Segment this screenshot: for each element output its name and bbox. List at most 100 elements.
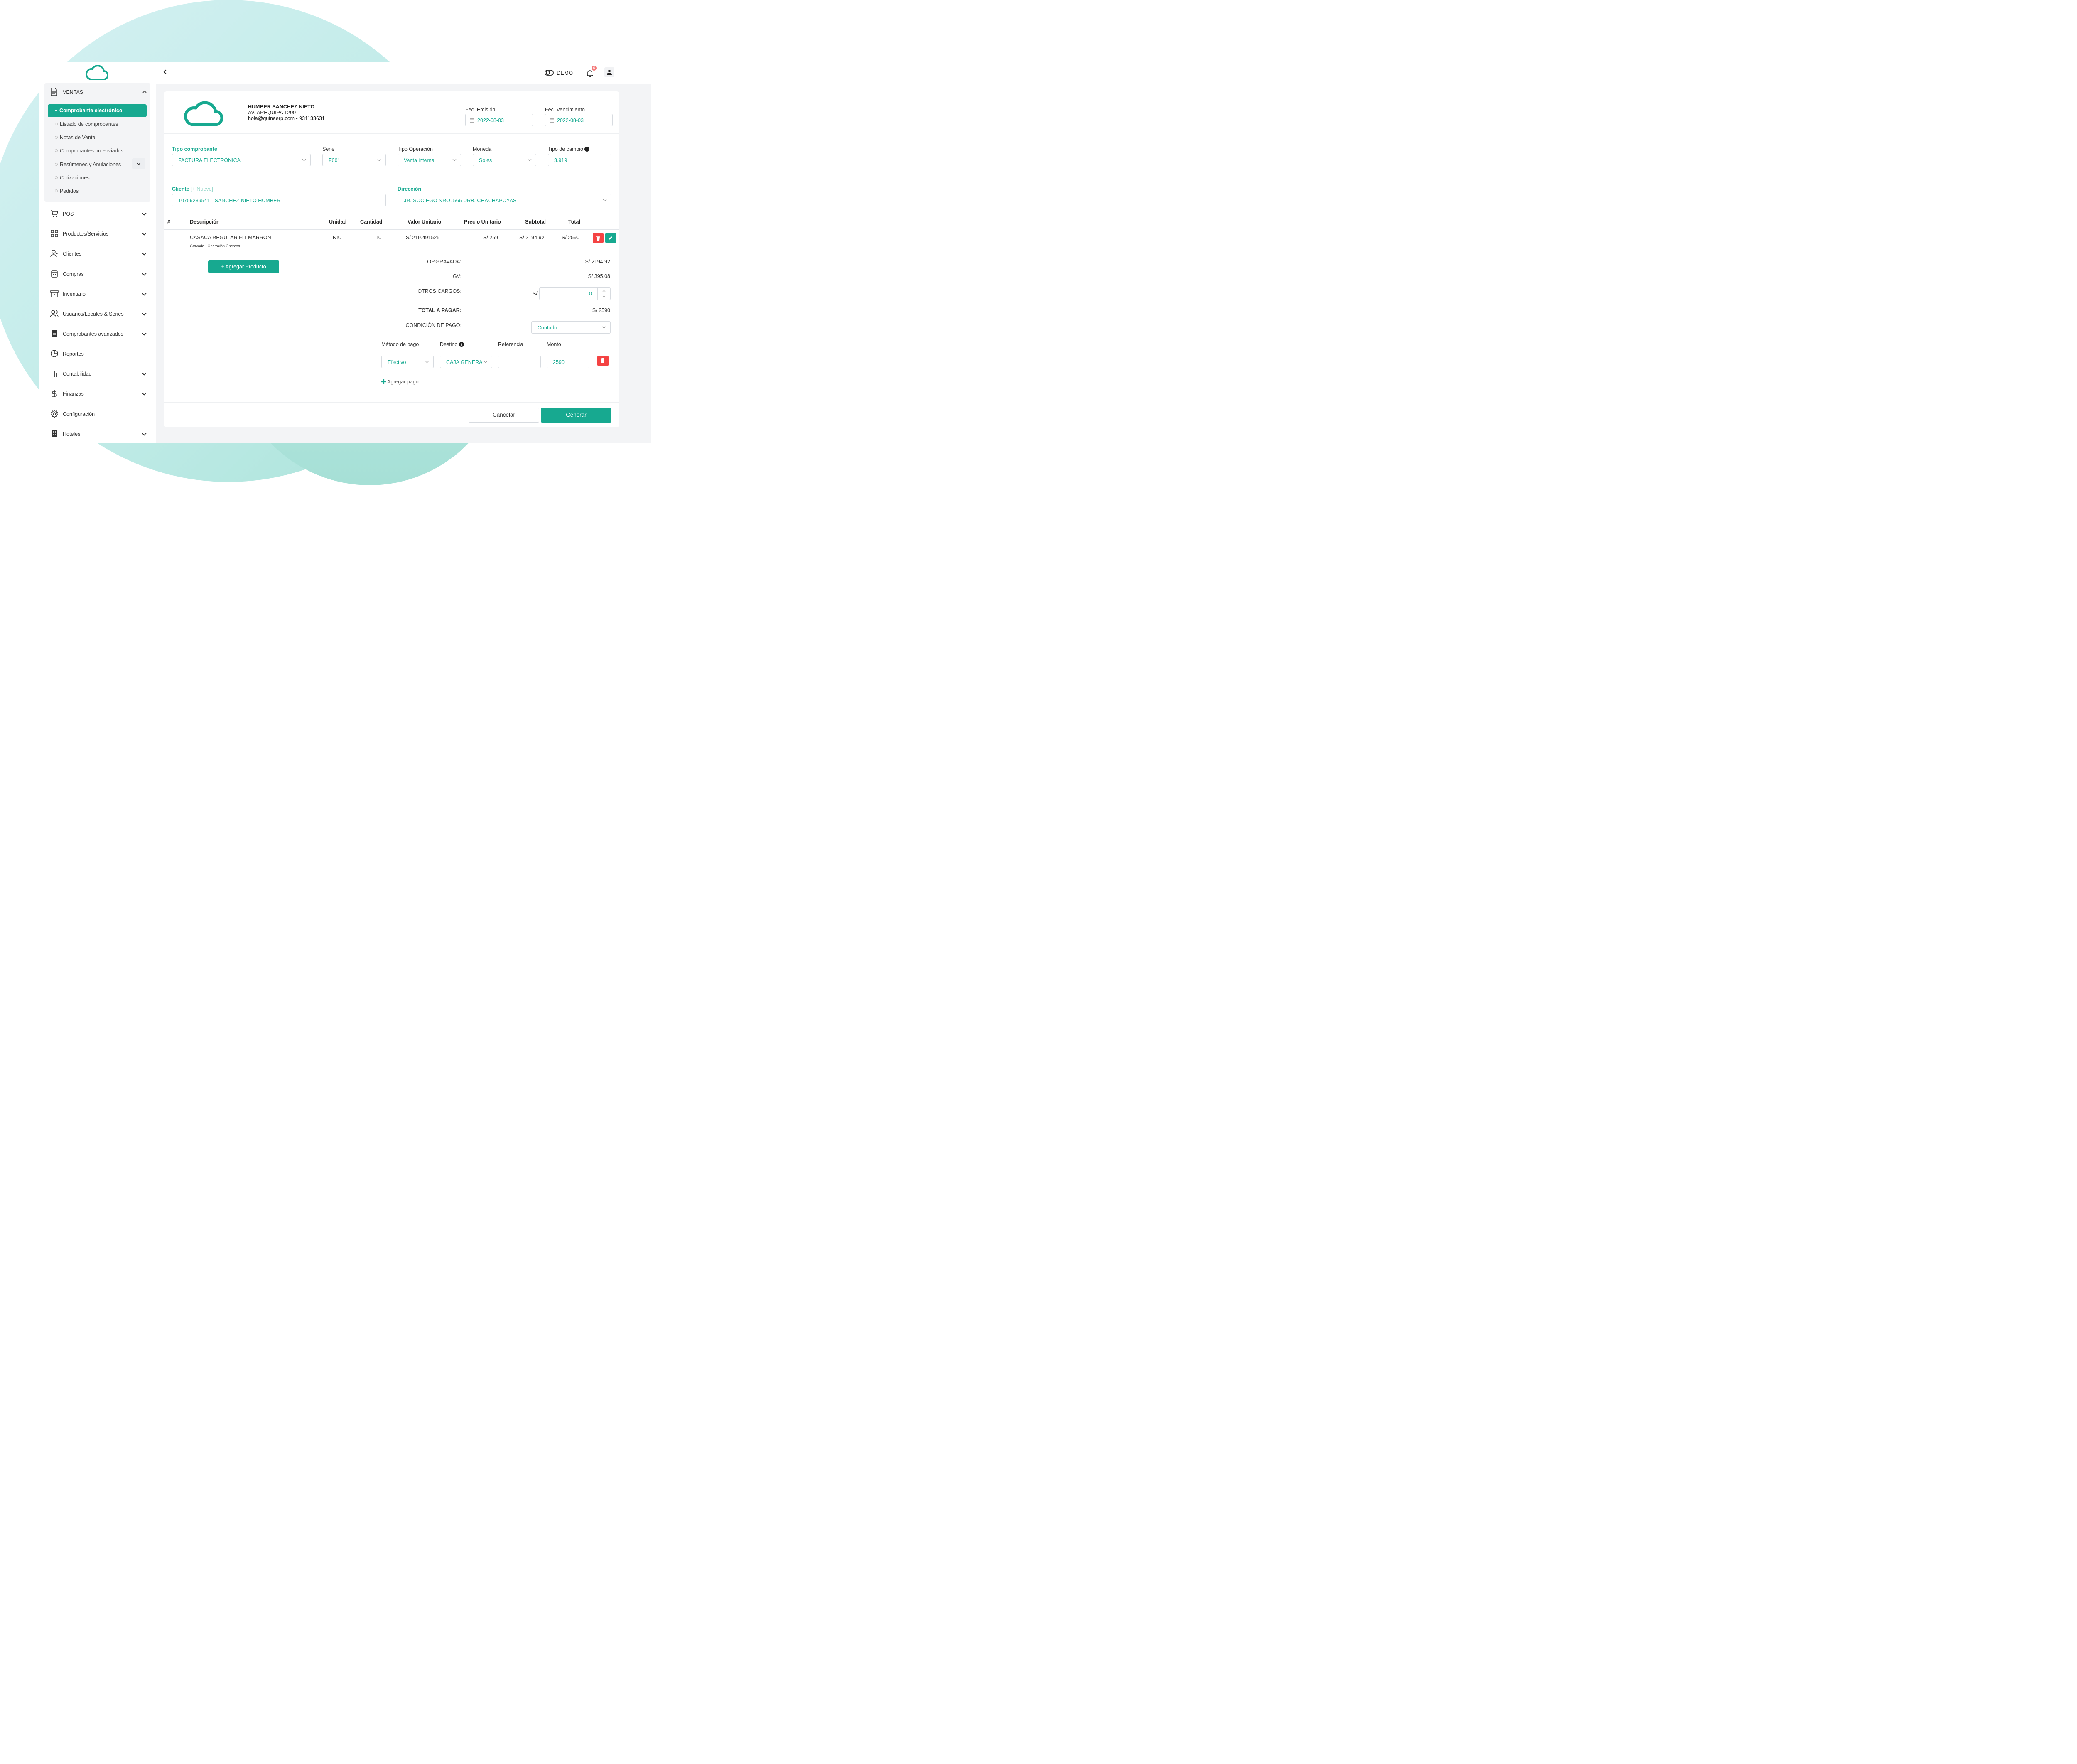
metodo-pago-value: Efectivo — [388, 359, 406, 365]
chevron-left-icon[interactable] — [163, 69, 167, 74]
destino-select[interactable]: CAJA GENERA — [440, 356, 492, 368]
col-num: # — [167, 219, 170, 225]
cliente-label: Cliente [+ Nuevo] — [172, 186, 213, 192]
sidebar-item-hoteles[interactable]: Hoteles — [49, 428, 148, 440]
menu-label: Comprobantes avanzados — [63, 331, 123, 337]
condicion-pago-select[interactable]: Contado — [531, 321, 611, 334]
header-divider — [164, 133, 619, 134]
footer-divider — [164, 402, 619, 403]
sidebar-item-productos[interactable]: Productos/Servicios — [49, 228, 148, 240]
chevron-down-icon — [137, 162, 141, 165]
sidebar-item-inventario[interactable]: Inventario — [49, 288, 148, 300]
demo-toggle[interactable]: DEMO — [545, 69, 578, 77]
tipo-operacion-label: Tipo Operación — [398, 146, 433, 152]
col-subtotal: Subtotal — [525, 219, 546, 225]
info-icon[interactable] — [459, 342, 464, 347]
tipo-cambio-input[interactable]: 3.919 — [548, 154, 611, 166]
cliente-input[interactable]: 10756239541 - SANCHEZ NIETO HUMBER — [172, 194, 386, 206]
calendar-icon — [550, 118, 554, 123]
chevron-up-icon — [142, 90, 147, 93]
fec-emision-input[interactable]: 2022-08-03 — [465, 114, 533, 126]
direccion-select[interactable]: JR. SOCIEGO NRO. 566 URB. CHACHAPOYAS — [398, 194, 611, 206]
chevron-down-icon — [142, 292, 147, 296]
serie-select[interactable]: F001 — [322, 154, 386, 166]
chevron-down-icon — [142, 372, 147, 376]
sidebar-item-reportes[interactable]: Reportes — [49, 348, 148, 360]
edit-row-button[interactable] — [605, 233, 616, 243]
referencia-input[interactable] — [498, 356, 541, 368]
ventas-header[interactable]: VENTAS — [49, 87, 148, 97]
user-menu-button[interactable] — [604, 67, 614, 77]
chevron-down-icon — [142, 332, 147, 336]
notifications-button[interactable]: 6 — [586, 66, 597, 79]
cell-subtotal: S/ 2194.92 — [519, 235, 545, 241]
sidebar-sub-comprobante-electronico[interactable]: Comprobante electrónico — [48, 104, 147, 117]
sidebar-item-configuracion[interactable]: Configuración — [49, 408, 148, 420]
chevron-down-icon — [142, 252, 147, 256]
user-check-icon — [50, 250, 59, 258]
otros-cargos-label: OTROS CARGOS: — [417, 288, 462, 294]
sidebar-item-pos[interactable]: POS — [49, 208, 148, 220]
cliente-nuevo-link[interactable]: [+ Nuevo] — [191, 186, 213, 192]
fec-vencimiento-input[interactable]: 2022-08-03 — [545, 114, 613, 126]
chevron-down-icon — [452, 159, 457, 161]
sub-item-label: Notas de Venta — [60, 135, 96, 140]
number-stepper[interactable] — [597, 288, 610, 300]
metodo-pago-select[interactable]: Efectivo — [381, 356, 434, 368]
tipo-operacion-value: Venta interna — [404, 157, 435, 163]
moneda-select[interactable]: Soles — [473, 154, 536, 166]
cancel-button[interactable]: Cancelar — [469, 408, 539, 423]
monto-value: 2590 — [553, 359, 565, 365]
menu-label: Contabilidad — [63, 371, 92, 377]
monto-input[interactable]: 2590 — [547, 356, 589, 368]
serie-label: Serie — [322, 146, 335, 152]
chevron-down-icon[interactable] — [602, 295, 606, 298]
notification-badge: 6 — [592, 66, 597, 71]
file-text-icon — [51, 88, 57, 96]
toggle-icon — [545, 70, 554, 76]
otros-cargos-input[interactable]: 0 — [539, 287, 611, 300]
plus-icon — [381, 379, 386, 384]
sidebar-item-comprobantes-avanzados[interactable]: Comprobantes avanzados — [49, 328, 148, 340]
sidebar-item-clientes[interactable]: Clientes — [49, 248, 148, 260]
chevron-down-icon — [377, 159, 381, 161]
delete-row-button[interactable] — [593, 233, 604, 243]
chevron-down-icon — [142, 392, 147, 396]
igv-value: S/ 395.08 — [588, 273, 610, 279]
resumenes-expand-button[interactable] — [132, 158, 145, 169]
op-gravada-label: OP.GRAVADA: — [427, 259, 462, 265]
delete-payment-button[interactable] — [597, 356, 609, 366]
chevron-down-icon — [603, 199, 607, 201]
add-product-button[interactable]: + Agregar Producto — [208, 260, 279, 273]
cell-sub-descripcion: Gravado - Operación Onerosa — [190, 244, 241, 248]
tipo-comprobante-value: FACTURA ELECTRÓNICA — [178, 157, 241, 163]
tipo-cambio-label-text: Tipo de cambio — [548, 146, 583, 152]
receipt-icon — [52, 330, 57, 337]
destino-label-text: Destino — [440, 341, 458, 347]
sub-item-label: Pedidos — [60, 188, 79, 194]
sidebar-item-compras[interactable]: Compras — [49, 268, 148, 280]
moneda-value: Soles — [479, 157, 492, 163]
tipo-operacion-select[interactable]: Venta interna — [398, 154, 461, 166]
sidebar-item-finanzas[interactable]: Finanzas — [49, 388, 148, 400]
sub-item-label: Comprobante electrónico — [59, 108, 123, 113]
chevron-down-icon — [528, 159, 532, 161]
menu-label: Hoteles — [63, 431, 81, 437]
col-descripcion: Descripción — [190, 219, 220, 225]
generate-button[interactable]: Generar — [541, 408, 611, 423]
tipo-comprobante-select[interactable]: FACTURA ELECTRÓNICA — [172, 154, 311, 166]
destino-value: CAJA GENERA — [446, 359, 483, 365]
table-row: 1 CASACA REGULAR FIT MARRON Gravado - Op… — [164, 230, 619, 251]
cell-cantidad: 10 — [376, 235, 381, 241]
circle-dot-icon — [55, 176, 58, 179]
chevron-down-icon — [142, 432, 147, 436]
chevron-up-icon[interactable] — [602, 290, 606, 292]
info-icon[interactable] — [584, 147, 590, 152]
sub-item-label: Comprobantes no enviados — [60, 148, 123, 154]
total-label: TOTAL A PAGAR: — [418, 307, 462, 313]
chevron-down-icon — [142, 212, 147, 216]
sidebar-item-contabilidad[interactable]: Contabilidad — [49, 368, 148, 380]
cell-valor-unitario: S/ 219.491525 — [406, 235, 440, 241]
company-address: AV. AREQUIPA 1200 — [248, 110, 296, 115]
sidebar-item-usuarios[interactable]: Usuarios/Locales & Series — [49, 308, 148, 320]
